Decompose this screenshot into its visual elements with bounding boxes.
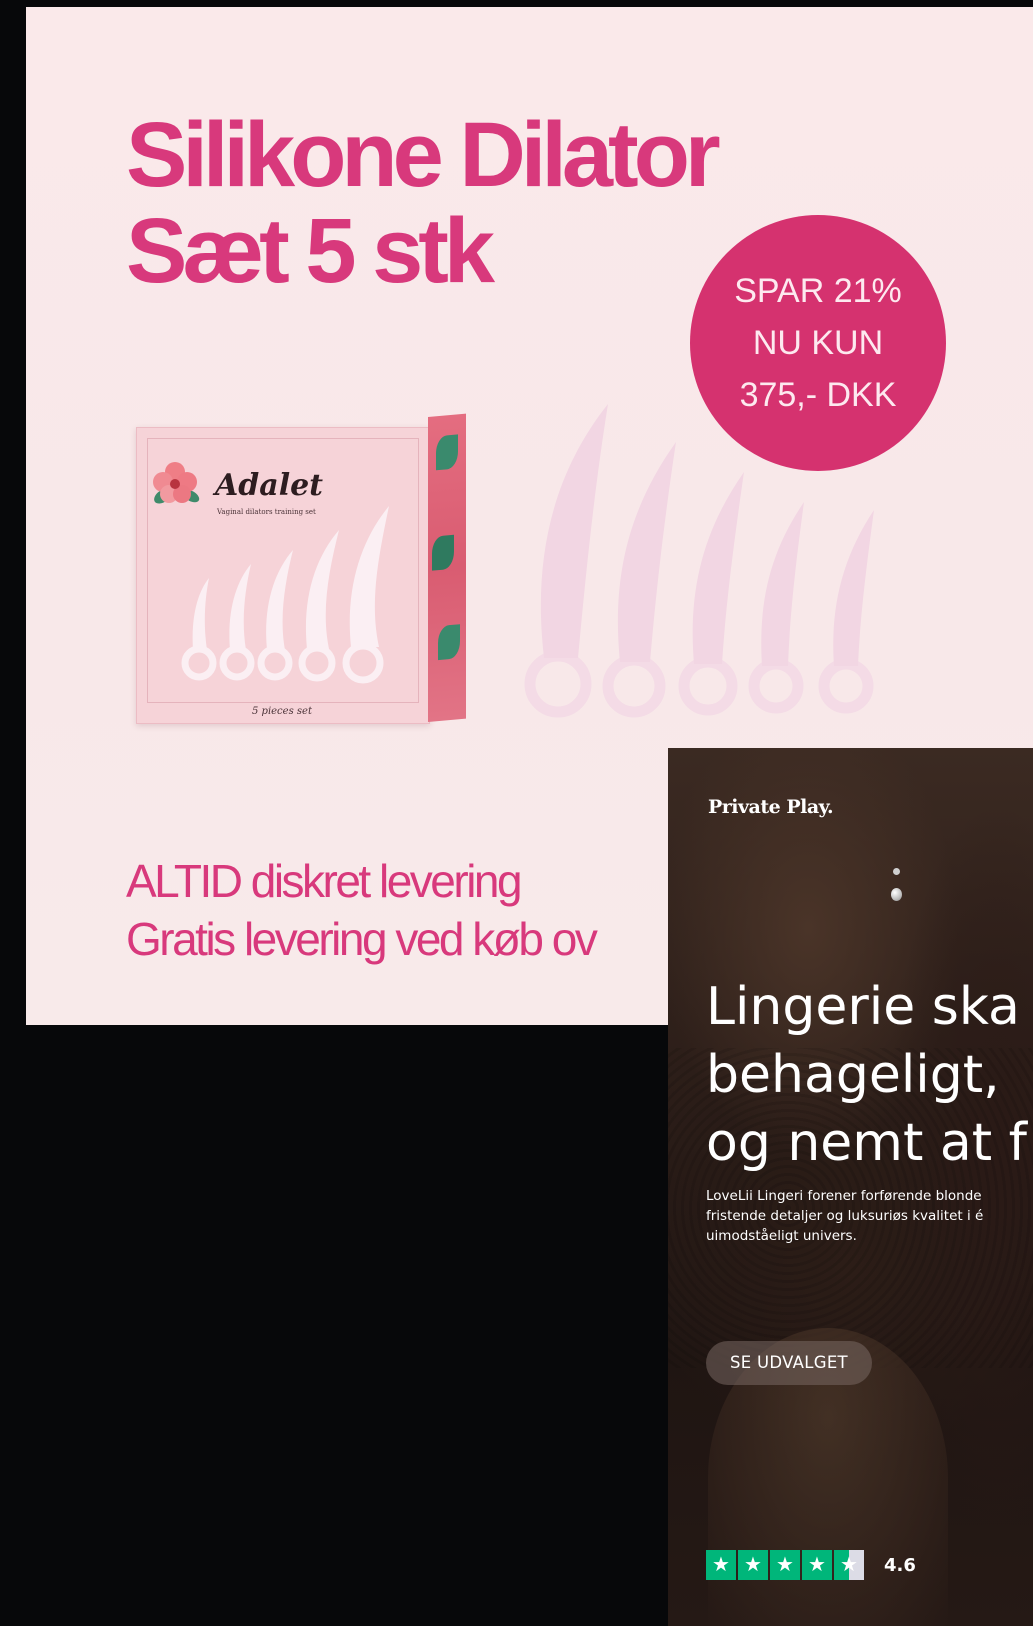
package-side [428,413,466,722]
half-star-icon: ★ [834,1550,864,1580]
product-title-line-2: Sæt 5 stk [126,200,495,302]
see-selection-button[interactable]: SE UDVALGET [706,1341,872,1385]
description-line-3: uimodståeligt univers. [706,1228,857,1244]
delivery-info: ALTID diskret levering Gratis levering v… [126,852,598,968]
lingerie-ad-card[interactable]: Private Play. Lingerie ska behageligt, o… [668,748,1033,1626]
navel-piercing-image [890,868,902,908]
trustpilot-rating[interactable]: ★ ★ ★ ★ ★ 4.6 [706,1550,916,1580]
package-pieces-label: 5 pieces set [252,706,312,717]
star-icon: ★ [802,1550,832,1580]
headline-line-1: Lingerie ska [706,977,1020,1037]
headline-line-3: og nemt at f [706,1113,1027,1173]
star-icon: ★ [706,1550,736,1580]
product-package-image: Adalet Vaginal dilators training set 5 p… [136,413,466,724]
package-dilators-illustration [181,506,389,684]
delivery-free-text: Gratis levering ved køb ov [126,913,598,965]
lingerie-description: LoveLii Lingeri forener forførende blond… [706,1186,1033,1246]
star-icon: ★ [770,1550,800,1580]
star-icon: ★ [738,1550,768,1580]
description-line-1: LoveLii Lingeri forener forførende blond… [706,1188,982,1204]
brand-logo[interactable]: Private Play. [708,796,834,818]
rating-value: 4.6 [884,1554,916,1576]
lingerie-headline: Lingerie ska behageligt, og nemt at f [706,973,1027,1177]
badge-price-text: 375,- DKK [739,376,897,414]
description-line-2: fristende detaljer og luksuriøs kvalitet… [706,1208,984,1224]
badge-now-text: NU KUN [752,324,884,362]
discount-badge: SPAR 21% NU KUN 375,- DKK [690,215,946,471]
rating-stars: ★ ★ ★ ★ ★ [706,1550,864,1580]
package-front: Adalet Vaginal dilators training set 5 p… [136,427,430,724]
badge-save-text: SPAR 21% [734,272,902,310]
headline-line-2: behageligt, [706,1045,1000,1105]
product-title: Silikone Dilator Sæt 5 stk [126,104,721,302]
delivery-discreet-text: ALTID diskret levering [126,855,523,907]
product-title-line-1: Silikone Dilator [126,104,721,206]
